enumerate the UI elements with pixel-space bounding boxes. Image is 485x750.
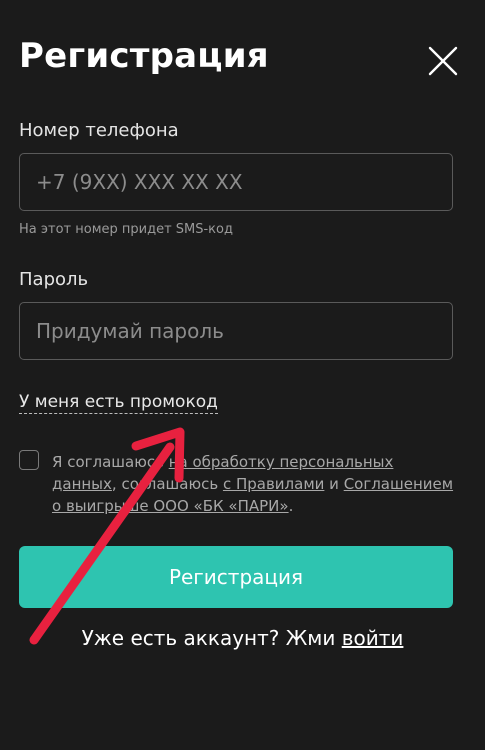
phone-input[interactable] (20, 154, 452, 210)
login-prompt-text: Уже есть аккаунт? Жми (81, 626, 342, 650)
close-button[interactable] (422, 40, 462, 80)
consent-text-part: , соглашаюсь (111, 475, 223, 493)
password-input[interactable] (20, 303, 452, 359)
phone-label: Номер телефона (19, 120, 179, 141)
close-icon (428, 46, 458, 76)
register-button[interactable]: Регистрация (19, 546, 453, 608)
consent-checkbox[interactable] (19, 450, 39, 470)
rules-link[interactable]: с Правилами (223, 475, 324, 493)
phone-field-container (19, 153, 453, 211)
consent-text: Я соглашаюсь на обработку персональных д… (52, 451, 462, 517)
consent-text-part: . (288, 497, 294, 515)
consent-text-part: и (324, 475, 344, 493)
login-prompt: Уже есть аккаунт? Жми войти (0, 626, 485, 650)
password-label: Пароль (19, 269, 89, 290)
password-field-container (19, 302, 453, 360)
phone-hint: На этот номер придет SMS-код (19, 222, 233, 237)
consent-text-part: Я соглашаюсь (52, 453, 169, 471)
login-link[interactable]: войти (342, 626, 404, 650)
promo-code-link[interactable]: У меня есть промокод (19, 392, 218, 414)
page-title: Регистрация (19, 36, 269, 76)
